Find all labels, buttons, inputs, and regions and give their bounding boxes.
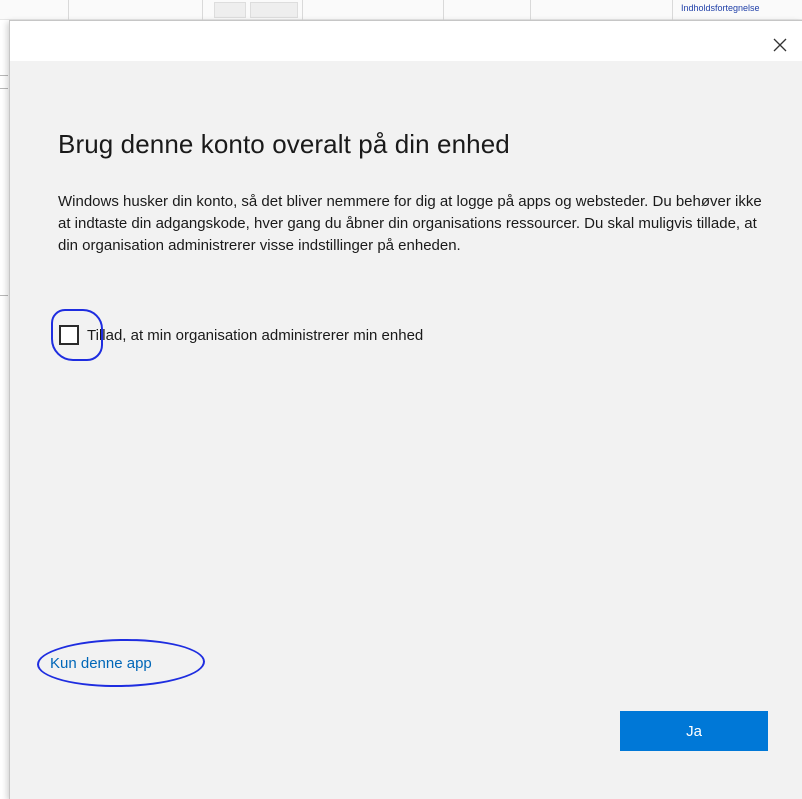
this-app-only-link[interactable]: Kun denne app <box>50 655 152 672</box>
dialog-title-bar <box>10 21 802 61</box>
manage-device-label: Tillad, at min organisation administrere… <box>87 326 424 344</box>
background-link: Indholdsfortegnelse <box>681 3 760 13</box>
close-icon <box>773 38 787 52</box>
background-divider <box>302 0 303 20</box>
yes-button[interactable]: Ja <box>620 711 768 751</box>
background-thumbnail <box>250 2 298 18</box>
background-divider <box>443 0 444 20</box>
dialog-description: Windows husker din konto, så det bliver … <box>58 193 762 254</box>
background-divider <box>68 0 69 20</box>
background-edge-mark <box>0 75 8 76</box>
background-divider <box>530 0 531 20</box>
background-edge-mark <box>0 88 8 89</box>
manage-device-option[interactable]: Tillad, at min organisation administrere… <box>54 308 423 362</box>
manage-device-checkbox[interactable] <box>59 325 79 345</box>
background-thumbnail <box>214 2 246 18</box>
background-app-toolbar: Indholdsfortegnelse <box>0 0 802 20</box>
close-button[interactable] <box>764 25 796 57</box>
dialog-heading: Brug denne konto overalt på din enhed <box>58 129 510 159</box>
account-dialog: Brug denne konto overalt på din enhed Wi… <box>9 20 802 799</box>
background-divider <box>672 0 673 20</box>
background-divider <box>202 0 203 20</box>
background-edge-mark <box>0 295 8 296</box>
